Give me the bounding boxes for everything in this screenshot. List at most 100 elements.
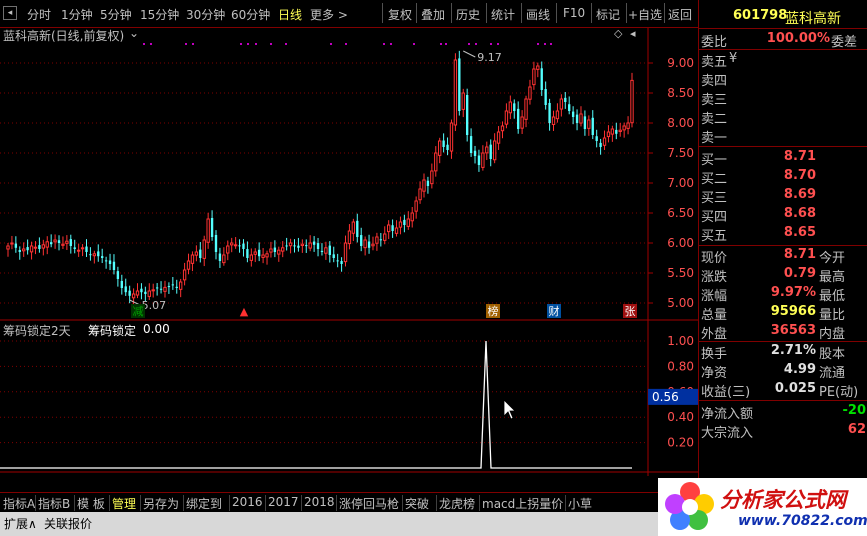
toolbar-scroll-button[interactable]: ◂ xyxy=(3,6,17,20)
fin-label2: PE(动) xyxy=(819,385,859,400)
candle-body xyxy=(10,242,14,245)
tab-30min[interactable]: 30分钟 xyxy=(186,6,225,23)
kline-chart-area[interactable]: 9.00 8.50 8.00 7.50 7.00 6.50 6.00 5.50 5.00 9.17… xyxy=(0,26,698,476)
fin-value: 0.025 xyxy=(774,381,816,396)
tool-drawline[interactable]: 画线 xyxy=(526,6,550,23)
tool-fuquan[interactable]: 复权 xyxy=(388,6,412,23)
candle-body xyxy=(422,179,426,192)
tool-add-watchlist[interactable]: +自选 xyxy=(628,6,662,23)
sell-label: 卖二 xyxy=(701,112,728,127)
candle-body xyxy=(481,152,485,168)
period-toolbar: ◂ 分时 1分钟 5分钟 15分钟 30分钟 60分钟 日线 更多 > 复权 叠… xyxy=(0,0,698,28)
sell-row: 卖五 ¥ xyxy=(699,51,867,70)
signal-dot xyxy=(475,43,477,45)
tool-overlay[interactable]: 叠加 xyxy=(421,6,445,23)
tool-f10[interactable]: F10 xyxy=(563,6,585,20)
stat-row: 涨幅 9.97% 最低 xyxy=(699,285,867,304)
indicator-tab[interactable]: 模 板 xyxy=(77,495,105,512)
candle-body xyxy=(458,58,461,111)
event-marker: 张 xyxy=(625,305,636,318)
related-quote-button[interactable]: 关联报价 xyxy=(44,515,92,532)
buy-label: 买一 xyxy=(701,153,728,168)
candle-body xyxy=(320,250,324,252)
indicator-tab[interactable]: 龙虎榜 xyxy=(439,495,475,512)
candle-body xyxy=(622,125,626,131)
candle-body xyxy=(587,119,591,129)
tab-1min[interactable]: 1分钟 xyxy=(61,6,93,23)
candle-body xyxy=(606,131,611,138)
chart-scroll-icon[interactable]: ◂ xyxy=(630,27,636,40)
diamond-icon[interactable]: ◇ xyxy=(614,27,622,40)
candle-body xyxy=(473,150,477,156)
tab-daily[interactable]: 日线 xyxy=(278,6,302,23)
event-marker: ▲ xyxy=(240,305,249,318)
candle-body xyxy=(89,254,92,256)
event-marker: 财 xyxy=(549,304,560,318)
stat-label: 涨跌 xyxy=(701,270,728,285)
chart-title: 蓝科高新(日线,前复权) xyxy=(3,29,125,43)
tool-back[interactable]: 返回 xyxy=(668,6,692,23)
candle-body xyxy=(492,140,497,161)
candle-body xyxy=(297,245,300,248)
expand-button[interactable]: 扩展∧ xyxy=(4,515,37,532)
stat-label: 涨幅 xyxy=(701,289,728,304)
stat-label2: 内盘 xyxy=(819,327,846,342)
candle-body xyxy=(18,250,21,252)
candle-body xyxy=(190,254,195,264)
mouse-cursor-icon xyxy=(503,399,516,420)
indicator-tab[interactable]: 突破 xyxy=(405,495,429,512)
indicator-tab[interactable]: 绑定到 xyxy=(186,495,222,512)
indicator-tab[interactable]: 指标A xyxy=(3,495,35,512)
signal-dot xyxy=(413,43,415,45)
buy-label: 买五 xyxy=(701,229,728,244)
indicator-name[interactable]: 筹码锁定2天 xyxy=(3,322,71,339)
event-marker: 榜 xyxy=(488,304,499,318)
indicator-tab[interactable]: 另存为 xyxy=(143,495,179,512)
indicator-tab[interactable]: 2017 xyxy=(268,495,299,509)
signal-dot xyxy=(383,43,385,45)
candle-body xyxy=(340,261,343,264)
signal-dot xyxy=(345,43,347,45)
buy-value: 8.68 xyxy=(783,206,816,221)
candle-body xyxy=(630,79,634,124)
indicator-label: 筹码锁定 xyxy=(88,324,137,338)
candle-body xyxy=(599,142,602,147)
kline-svg[interactable]: 9.00 8.50 8.00 7.50 7.00 6.50 6.00 5.50 5.00 9.17… xyxy=(0,28,698,476)
stat-value: 95966 xyxy=(770,304,816,319)
candle-body xyxy=(104,260,108,262)
indicator-tab[interactable]: 指标B xyxy=(38,495,70,512)
signal-dot xyxy=(550,43,552,45)
candle-body xyxy=(383,233,387,241)
fin-label: 净资 xyxy=(701,366,728,381)
signal-dot xyxy=(537,43,539,45)
indicator-tab[interactable]: 管理 xyxy=(112,495,136,512)
indicator-value: 0.00 xyxy=(143,322,170,336)
candle-body xyxy=(446,144,449,150)
chart-title-dropdown-icon[interactable]: ⌄ xyxy=(129,26,139,40)
indicator-tab[interactable]: 2018 xyxy=(304,495,335,509)
tool-mark[interactable]: 标记 xyxy=(596,6,620,23)
tool-stats[interactable]: 统计 xyxy=(491,6,515,23)
tool-history[interactable]: 历史 xyxy=(456,6,480,23)
indicator-tab[interactable]: 涨停回马枪 xyxy=(339,495,399,512)
fin-label2: 股本 xyxy=(819,347,846,362)
indicator-tab[interactable]: 2016 xyxy=(232,495,263,509)
buy-row: 买三 8.69 xyxy=(699,187,867,206)
candle-body xyxy=(500,125,505,132)
candle-body xyxy=(163,286,167,292)
candle-body xyxy=(45,241,49,248)
candle-body xyxy=(489,144,492,159)
candle-body xyxy=(29,245,34,253)
tab-more[interactable]: 更多 > xyxy=(310,6,348,23)
stat-label2: 最高 xyxy=(819,270,846,285)
sell-label: 卖三 xyxy=(701,93,728,108)
tab-15min[interactable]: 15分钟 xyxy=(140,6,179,23)
tab-60min[interactable]: 60分钟 xyxy=(231,6,270,23)
tab-fenshi[interactable]: 分时 xyxy=(27,6,51,23)
candle-body xyxy=(308,242,312,249)
indicator-tab[interactable]: 小草 xyxy=(568,495,592,512)
price-tick-label: 8.50 xyxy=(667,86,694,100)
tab-5min[interactable]: 5分钟 xyxy=(100,6,132,23)
indicator-tab[interactable]: macd上拐量价 xyxy=(482,495,563,512)
candle-body xyxy=(583,116,587,129)
